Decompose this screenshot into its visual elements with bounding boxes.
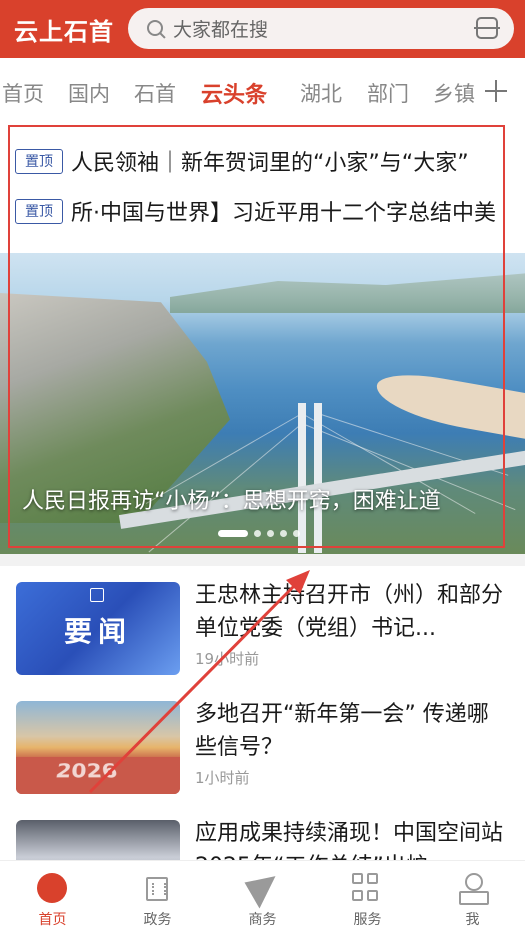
add-channel-icon[interactable]: [485, 80, 507, 102]
nav-home[interactable]: 首页: [0, 861, 105, 928]
carousel-indicator: [218, 530, 300, 537]
banner-caption: 人民日报再访“小杨”：思想开窍，困难让道: [22, 489, 441, 514]
person-icon: [457, 873, 489, 905]
thumbnail-label: 要闻: [63, 615, 132, 648]
nav-label: 商务: [248, 912, 277, 928]
app-header: 云上石首 大家都在搜: [0, 0, 525, 58]
nav-label: 政务: [143, 912, 172, 928]
news-list-item[interactable]: 2026 多地召开“新年第一会” 传递哪些信号？ 1小时前: [0, 685, 525, 803]
news-title: 王忠林主持召开市（州）和部分单位党委（党组）书记...: [195, 583, 504, 641]
channel-tabs: 首页 国内 石首 云头条 湖北 部门 乡镇: [0, 58, 525, 124]
news-thumbnail: 要闻: [16, 582, 180, 675]
pinned-title: 人民领袖｜新年贺词里的“小家”与“大家”: [71, 151, 469, 176]
news-title: 多地召开“新年第一会” 传递哪些信号？: [195, 702, 489, 760]
pinned-title: 所·中国与世界】习近平用十二个字总结中美: [71, 201, 496, 226]
tab-hubei[interactable]: 湖北: [300, 78, 342, 108]
news-thumbnail: 2026: [16, 701, 180, 794]
bottom-nav: 首页 政务 商务 服务 我: [0, 860, 525, 928]
tab-departments[interactable]: 部门: [367, 78, 409, 108]
news-time: 1小时前: [195, 769, 250, 787]
tab-domestic[interactable]: 国内: [68, 78, 110, 108]
search-icon: [145, 18, 167, 40]
carousel-dot[interactable]: [293, 530, 300, 537]
section-divider: [0, 554, 525, 566]
nav-label: 首页: [38, 912, 67, 928]
nav-label: 服务: [353, 912, 382, 928]
tab-cloud-headlines[interactable]: 云头条: [201, 77, 267, 109]
government-building-icon: [146, 877, 168, 901]
banner-image-bridge-pylon: [314, 403, 322, 553]
search-placeholder: 大家都在搜: [173, 19, 269, 41]
home-icon: [37, 873, 67, 903]
pinned-item[interactable]: 置顶 所·中国与世界】习近平用十二个字总结中美: [0, 188, 525, 234]
app-title: 云上石首: [14, 17, 114, 46]
logo-icon: [90, 588, 104, 602]
scan-icon[interactable]: [474, 17, 500, 39]
nav-government[interactable]: 政务: [105, 861, 210, 928]
news-list-item[interactable]: 要闻 王忠林主持召开市（州）和部分单位党委（党组）书记... 19小时前: [0, 566, 525, 684]
nav-me[interactable]: 我: [420, 861, 525, 928]
thumbnail-label: 2026: [53, 761, 120, 784]
tab-shishou[interactable]: 石首: [134, 78, 176, 108]
carousel-dot[interactable]: [254, 530, 261, 537]
carousel-dot[interactable]: [280, 530, 287, 537]
nav-services[interactable]: 服务: [315, 861, 420, 928]
grid-icon: [352, 873, 382, 903]
news-time: 19小时前: [195, 650, 260, 668]
nav-label: 我: [465, 912, 480, 928]
paper-plane-icon: [244, 867, 286, 909]
carousel-dot-active[interactable]: [218, 530, 248, 537]
banner-image-shore: [170, 273, 525, 313]
tab-home[interactable]: 首页: [2, 78, 44, 108]
nav-business[interactable]: 商务: [210, 861, 315, 928]
banner-carousel[interactable]: 人民日报再访“小杨”：思想开窍，困难让道: [0, 253, 525, 554]
app-screen: 云上石首 大家都在搜 首页 国内 石首 云头条 湖北 部门 乡镇 置顶 人民领袖…: [0, 0, 525, 928]
pinned-item[interactable]: 置顶 人民领袖｜新年贺词里的“小家”与“大家”: [0, 138, 525, 184]
banner-image-sandbar: [372, 367, 525, 440]
pinned-badge: 置顶: [15, 198, 63, 224]
tab-towns[interactable]: 乡镇: [433, 78, 475, 108]
carousel-dot[interactable]: [267, 530, 274, 537]
pinned-badge: 置顶: [15, 148, 63, 174]
search-bar[interactable]: 大家都在搜: [128, 8, 514, 49]
